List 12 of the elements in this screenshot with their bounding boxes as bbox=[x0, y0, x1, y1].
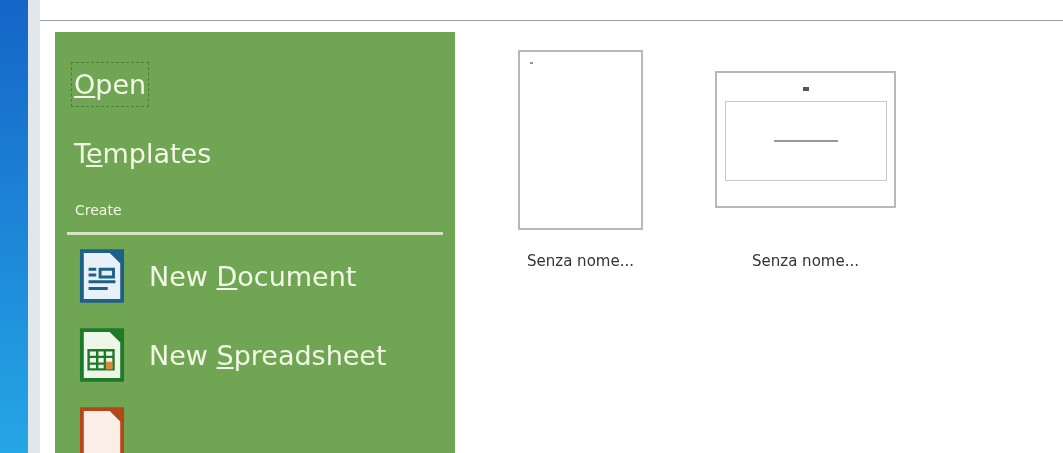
create-item[interactable]: New Document bbox=[67, 253, 443, 299]
spreadsheet-icon bbox=[79, 327, 125, 383]
sidebar-item[interactable]: Open bbox=[71, 62, 150, 107]
presentation-icon bbox=[79, 406, 125, 453]
presentation-thumbnail[interactable] bbox=[715, 71, 896, 208]
sidebar-item[interactable]: Templates bbox=[71, 131, 215, 176]
create-item[interactable]: New Spreadsheet bbox=[67, 332, 443, 378]
file-name[interactable]: Senza nome... bbox=[527, 252, 634, 270]
document-icon bbox=[79, 248, 125, 304]
file-name[interactable]: Senza nome... bbox=[752, 252, 859, 270]
section-title: Create bbox=[75, 202, 123, 218]
document-thumbnail[interactable] bbox=[518, 50, 643, 230]
